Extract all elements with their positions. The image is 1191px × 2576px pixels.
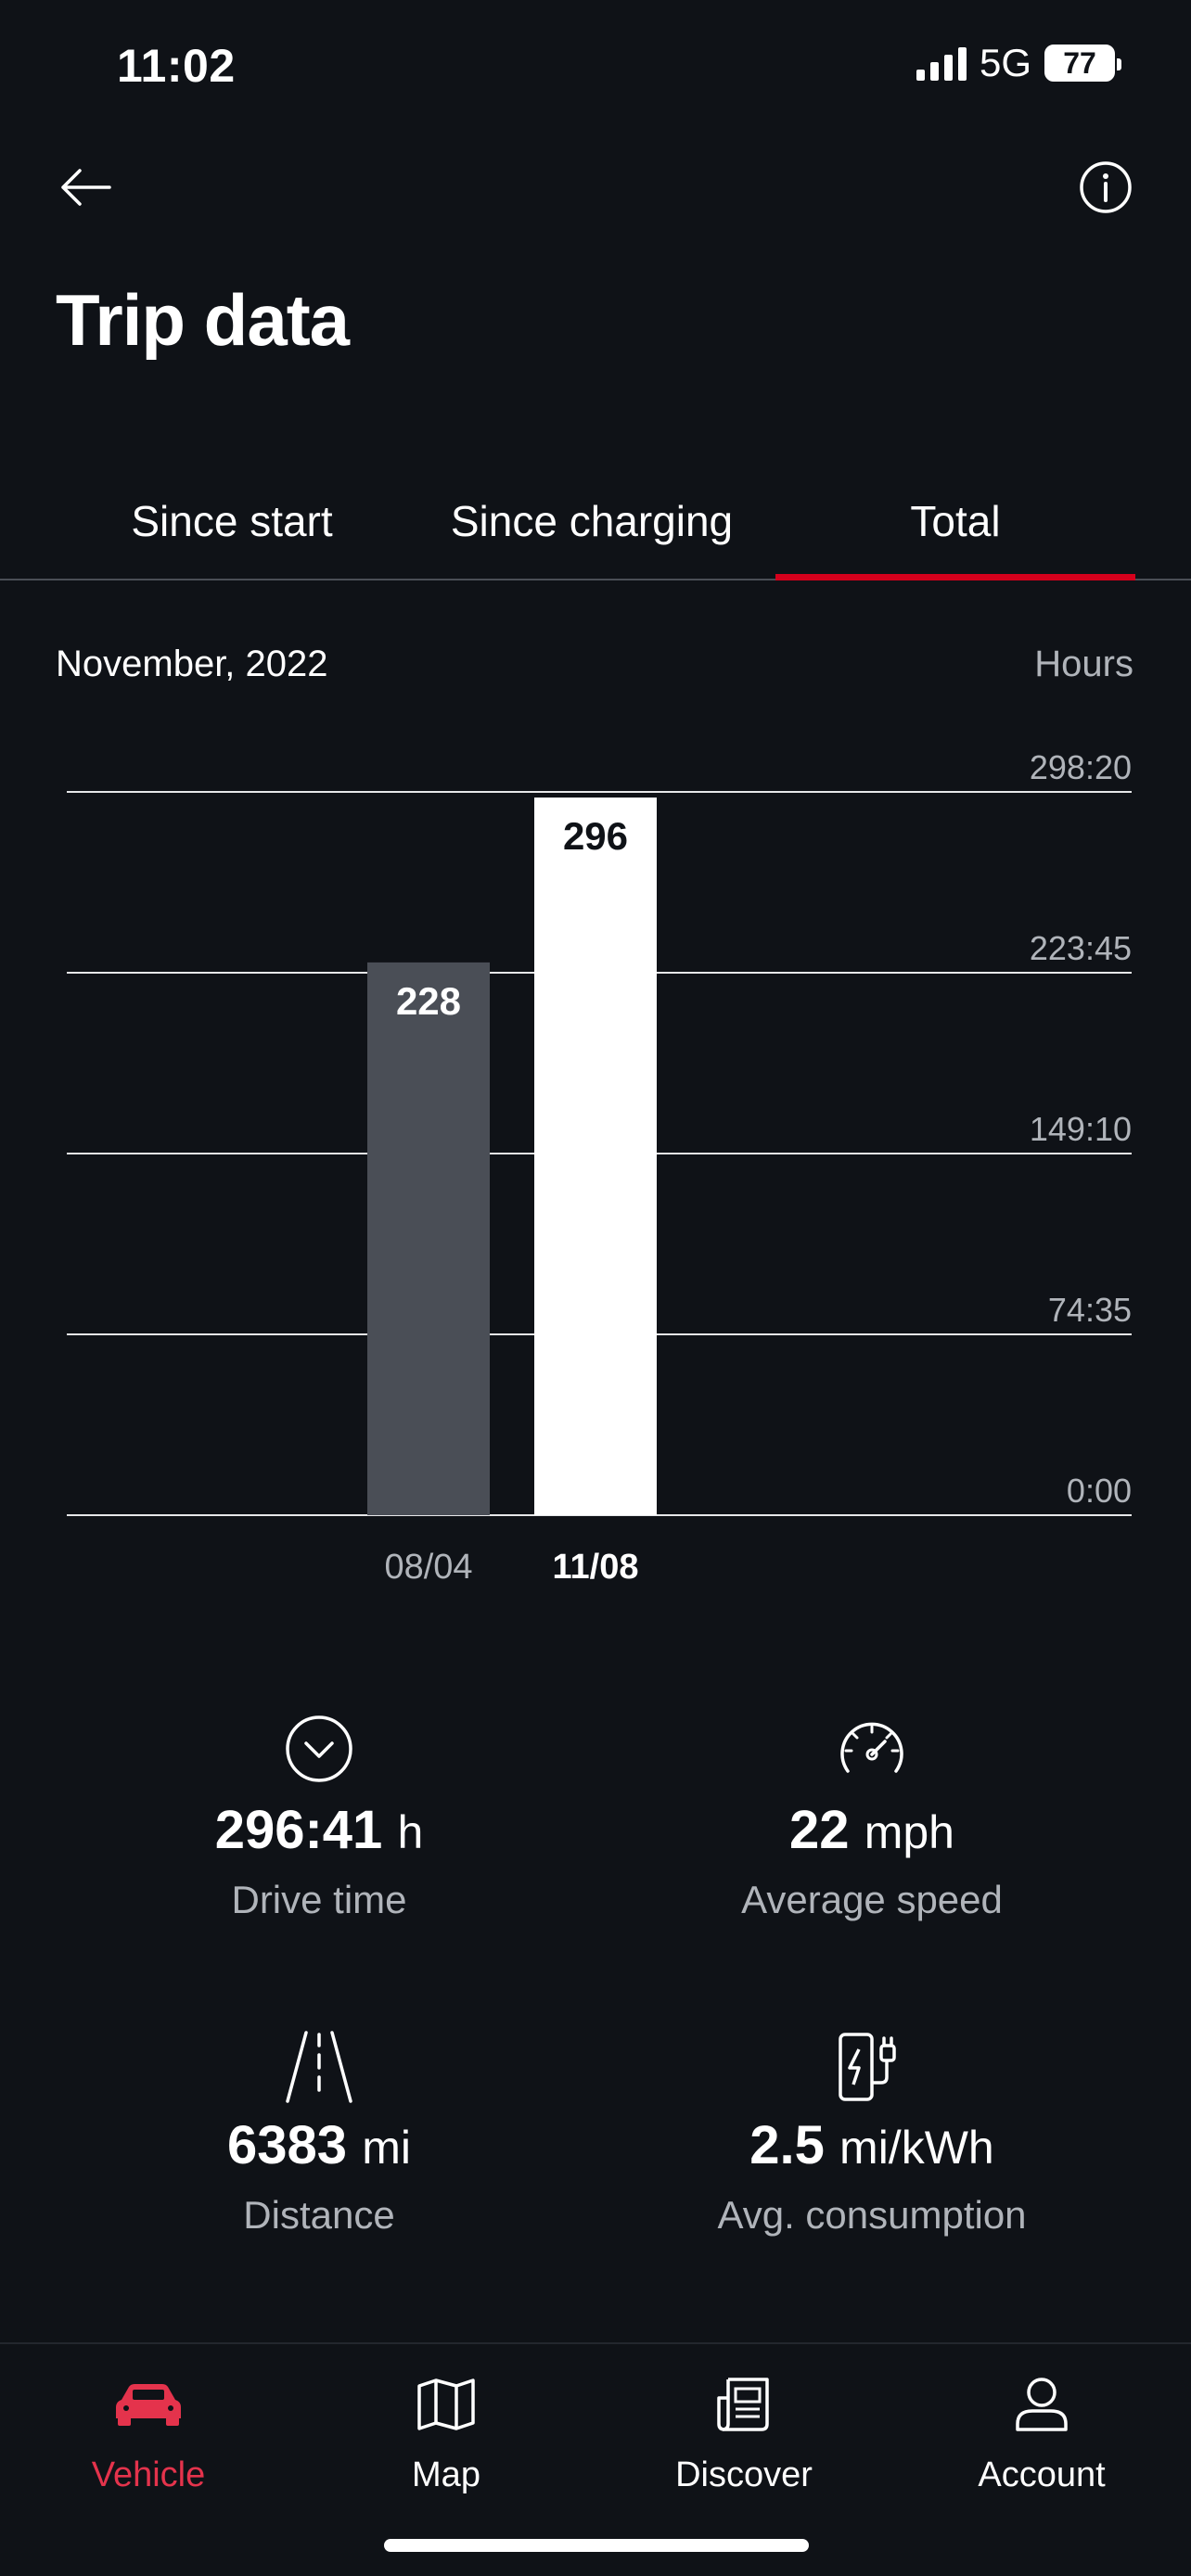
tab-label: Since start xyxy=(131,497,333,545)
battery-level: 77 xyxy=(1063,45,1096,80)
y-tick-label: 0:00 xyxy=(1067,1472,1132,1510)
chart-bar xyxy=(367,962,490,1515)
avg-consumption-label: Avg. consumption xyxy=(717,2193,1027,2237)
nav-label: Discover xyxy=(675,2455,813,2494)
info-icon xyxy=(1080,161,1132,213)
home-indicator xyxy=(384,2539,809,2552)
distance-value: 6383 xyxy=(227,2115,348,2175)
x-tick-label: 08/04 xyxy=(384,1548,472,1587)
average-speed-unit: mph xyxy=(864,1806,954,1858)
avg-consumption-unit: mi/kWh xyxy=(839,2122,994,2174)
status-time: 11:02 xyxy=(117,40,236,92)
nav-discover[interactable]: Discover xyxy=(633,2363,855,2495)
bar-data-label: 228 xyxy=(396,979,461,1023)
drive-time-value: 296:41 xyxy=(214,1800,383,1860)
nav-account[interactable]: Account xyxy=(930,2363,1153,2495)
tab-label: Since charging xyxy=(450,497,734,545)
drive-time-label: Drive time xyxy=(231,1878,407,1921)
x-tick-label: 11/08 xyxy=(553,1548,639,1587)
nav-label: Account xyxy=(978,2455,1106,2494)
chevron-down-circle-icon xyxy=(286,1715,352,1782)
tab-bar: Since start Since charging Total xyxy=(0,464,1191,580)
avg-consumption-value: 2.5 xyxy=(749,2115,825,2175)
status-indicators: 5G 77 xyxy=(916,41,1121,85)
charging-station-icon xyxy=(839,2033,896,2101)
newspaper-icon xyxy=(717,2378,769,2431)
y-tick-label: 74:35 xyxy=(1048,1291,1132,1329)
tab-since-charging[interactable]: Since charging xyxy=(408,464,775,579)
nav-vehicle[interactable]: Vehicle xyxy=(37,2363,260,2495)
page-title: Trip data xyxy=(56,279,350,361)
signal-icon xyxy=(916,45,967,81)
nav-map[interactable]: Map xyxy=(335,2363,557,2495)
y-tick-label: 298:20 xyxy=(1030,748,1132,786)
car-icon xyxy=(116,2384,181,2426)
stat-avg-consumption: 2.5 mi/kWh Avg. consumption xyxy=(612,2029,1132,2238)
bar-data-label: 296 xyxy=(563,814,628,858)
road-icon xyxy=(286,2031,352,2103)
arrow-left-icon xyxy=(61,169,111,206)
info-button[interactable] xyxy=(1074,156,1137,219)
network-type: 5G xyxy=(979,41,1031,84)
distance-label: Distance xyxy=(243,2193,395,2237)
stat-average-speed: 22 mph Average speed xyxy=(612,1714,1132,1922)
distance-unit: mi xyxy=(362,2122,411,2174)
back-button[interactable] xyxy=(54,156,117,219)
tab-total[interactable]: Total xyxy=(775,464,1135,580)
tab-label: Total xyxy=(910,497,1001,545)
chart-unit: Hours xyxy=(1034,644,1133,684)
nav-label: Vehicle xyxy=(91,2455,206,2494)
y-tick-label: 149:10 xyxy=(1030,1110,1132,1148)
y-tick-label: 223:45 xyxy=(1030,929,1132,967)
trip-chart: 298:20 223:45 149:10 74:35 0:00 228 08/04 296 11… xyxy=(67,748,1132,1587)
stat-distance: 6383 mi Distance xyxy=(59,2029,579,2238)
chart-month: November, 2022 xyxy=(56,644,328,684)
map-icon xyxy=(417,2378,475,2430)
chart-bar xyxy=(534,797,657,1515)
tab-since-start[interactable]: Since start xyxy=(56,464,408,579)
stat-drive-time: 296:41 h Drive time xyxy=(59,1714,579,1922)
nav-label: Map xyxy=(412,2455,480,2494)
speedometer-icon xyxy=(840,1722,903,1773)
average-speed-value: 22 xyxy=(789,1800,850,1860)
average-speed-label: Average speed xyxy=(741,1878,1003,1921)
drive-time-unit: h xyxy=(397,1806,424,1858)
person-icon xyxy=(1016,2378,1068,2431)
battery-icon: 77 xyxy=(1044,45,1121,82)
